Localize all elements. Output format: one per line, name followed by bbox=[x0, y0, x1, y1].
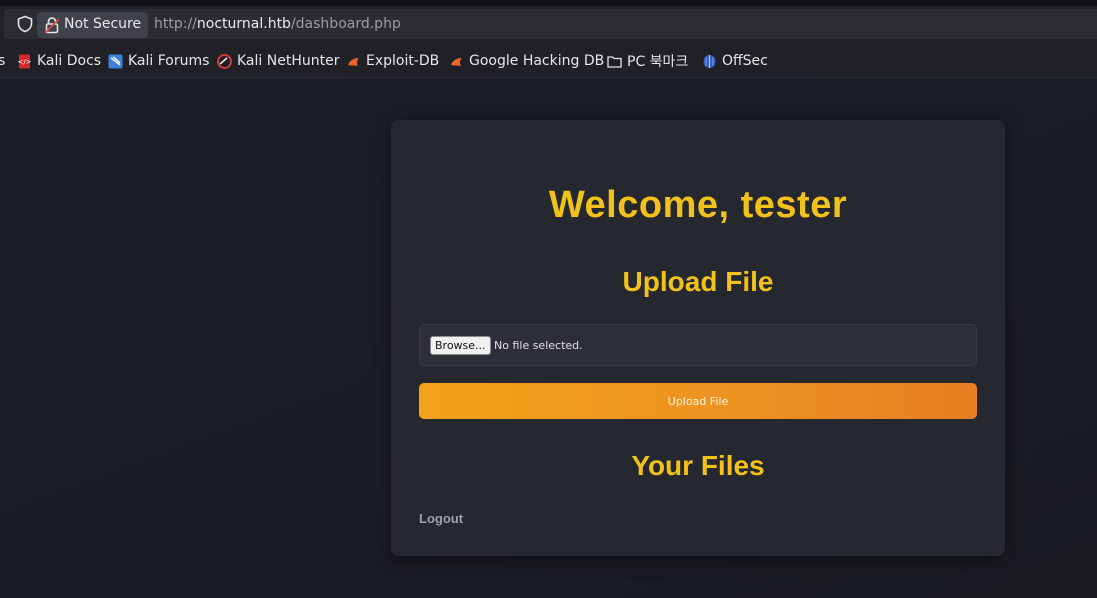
file-status: No file selected. bbox=[494, 339, 583, 352]
bookmark-kali-docs[interactable]: </> Kali Docs bbox=[17, 52, 101, 70]
upload-file-button[interactable]: Upload File bbox=[419, 383, 977, 419]
bookmark-offsec[interactable]: OffSec bbox=[702, 52, 768, 70]
bookmark-kali-forums[interactable]: Kali Forums bbox=[108, 52, 209, 70]
bookmark-kali-nethunter[interactable]: Kali NetHunter bbox=[217, 52, 339, 70]
security-label: Not Secure bbox=[64, 16, 142, 32]
bookmark-label: Exploit-DB bbox=[366, 53, 440, 69]
url-host: nocturnal.htb bbox=[196, 16, 291, 32]
security-indicator[interactable]: Not Secure bbox=[37, 12, 148, 38]
shield-icon[interactable] bbox=[16, 15, 34, 33]
insecure-lock-icon bbox=[44, 17, 60, 34]
welcome-heading: Welcome, tester bbox=[548, 184, 848, 226]
url-text[interactable]: http://nocturnal.htb/dashboard.php bbox=[154, 16, 401, 32]
bookmark-label: OffSec bbox=[722, 53, 768, 69]
bookmark-label: s bbox=[0, 53, 6, 69]
bookmark-google-hacking-db[interactable]: Google Hacking DB bbox=[449, 52, 604, 70]
bookmarks-toolbar: s </> Kali Docs Kali Forums Kali NetHunt… bbox=[0, 42, 1097, 78]
bookmark-label: PC 북마크 bbox=[627, 54, 689, 70]
bookmark-folder-pc[interactable]: PC 북마크 bbox=[607, 52, 688, 70]
svg-text:</>: </> bbox=[17, 58, 31, 66]
offsec-icon bbox=[703, 54, 716, 68]
url-bar: Not Secure http://nocturnal.htb/dashboar… bbox=[0, 6, 1097, 42]
logout-link[interactable]: Logout bbox=[419, 511, 463, 526]
bookmark-label: Kali Docs bbox=[37, 53, 102, 69]
url-scheme: http:// bbox=[154, 16, 197, 32]
upload-heading: Upload File bbox=[622, 266, 774, 297]
bookmark-truncated[interactable]: s bbox=[0, 52, 5, 70]
file-input[interactable]: Browse... No file selected. bbox=[419, 324, 977, 366]
page-viewport: Welcome, tester Upload File Browse... No… bbox=[0, 78, 1097, 598]
nethunter-icon bbox=[217, 53, 232, 69]
bookmark-label: Kali NetHunter bbox=[237, 53, 340, 69]
kali-forums-icon bbox=[108, 54, 123, 68]
bookmark-exploit-db[interactable]: Exploit-DB bbox=[346, 52, 439, 70]
address-field[interactable]: Not Secure http://nocturnal.htb/dashboar… bbox=[4, 9, 1097, 39]
bookmark-label: Google Hacking DB bbox=[469, 53, 605, 69]
url-path: /dashboard.php bbox=[290, 16, 401, 32]
dashboard-card: Welcome, tester Upload File Browse... No… bbox=[391, 120, 1005, 556]
your-files-heading: Your Files bbox=[631, 450, 765, 481]
ghdb-icon bbox=[451, 57, 462, 66]
folder-icon bbox=[607, 55, 622, 68]
exploit-db-icon bbox=[348, 57, 359, 66]
kali-docs-icon: </> bbox=[17, 54, 32, 68]
browse-button[interactable]: Browse... bbox=[430, 336, 491, 355]
bookmark-label: Kali Forums bbox=[128, 53, 210, 69]
